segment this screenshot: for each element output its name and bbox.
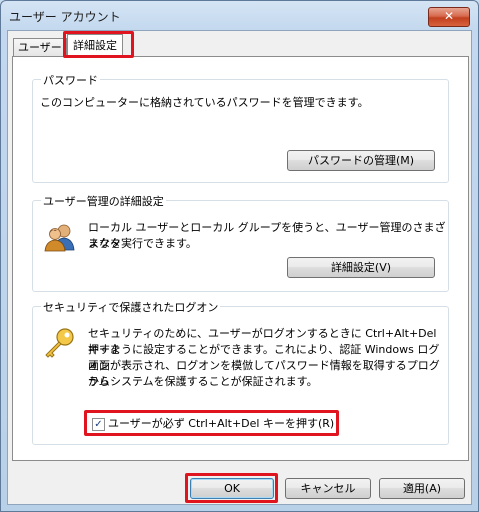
checkmark-icon: ✓ xyxy=(94,419,103,430)
secure-logon-description-line4: からシステムを保護することが保証されます。 xyxy=(88,375,318,388)
close-button[interactable]: ✕ xyxy=(428,7,470,27)
window-title: ユーザー アカウント xyxy=(9,10,121,24)
ok-button[interactable]: OK xyxy=(190,478,274,499)
tab-advanced[interactable]: 詳細設定 xyxy=(67,34,123,58)
users-icon xyxy=(44,222,76,252)
close-icon: ✕ xyxy=(443,9,455,23)
ok-label: OK xyxy=(224,482,240,495)
password-group-title: パスワード xyxy=(41,72,100,88)
user-management-description-line2: スクを実行できます。 xyxy=(88,237,197,250)
password-description: このコンピューターに格納されているパスワードを管理できます。 xyxy=(40,96,369,109)
manage-passwords-button[interactable]: パスワードの管理(M) xyxy=(287,150,435,171)
require-ctrl-alt-del-label[interactable]: ユーザーが必ず Ctrl+Alt+Del キーを押す(R) xyxy=(108,416,334,432)
user-management-group-title: ユーザー管理の詳細設定 xyxy=(41,193,166,209)
secure-logon-group: セキュリティで保護されたログオン セキュリティのために、ユーザーがログオンすると… xyxy=(32,299,449,445)
secure-logon-group-title: セキュリティで保護されたログオン xyxy=(41,299,221,315)
cancel-label: キャンセル xyxy=(300,482,356,495)
tab-advanced-label: 詳細設定 xyxy=(73,39,117,52)
cancel-button[interactable]: キャンセル xyxy=(285,478,371,499)
tab-users-label: ユーザー xyxy=(18,41,62,54)
password-group: パスワード このコンピューターに格納されているパスワードを管理できます。 パスワ… xyxy=(32,72,449,183)
user-management-group: ユーザー管理の詳細設定 ローカル ユーザーとローカル グループを使うと、ユーザー… xyxy=(32,193,449,292)
manage-passwords-label: パスワードの管理(M) xyxy=(307,154,415,167)
apply-button[interactable]: 適用(A) xyxy=(379,478,465,499)
tab-users[interactable]: ユーザー xyxy=(13,38,67,57)
key-icon xyxy=(42,326,76,360)
require-ctrl-alt-del-checkbox[interactable]: ✓ xyxy=(92,418,105,431)
advanced-settings-button[interactable]: 詳細設定(V) xyxy=(287,257,435,278)
apply-label: 適用(A) xyxy=(402,482,442,495)
advanced-settings-label: 詳細設定(V) xyxy=(330,261,392,274)
